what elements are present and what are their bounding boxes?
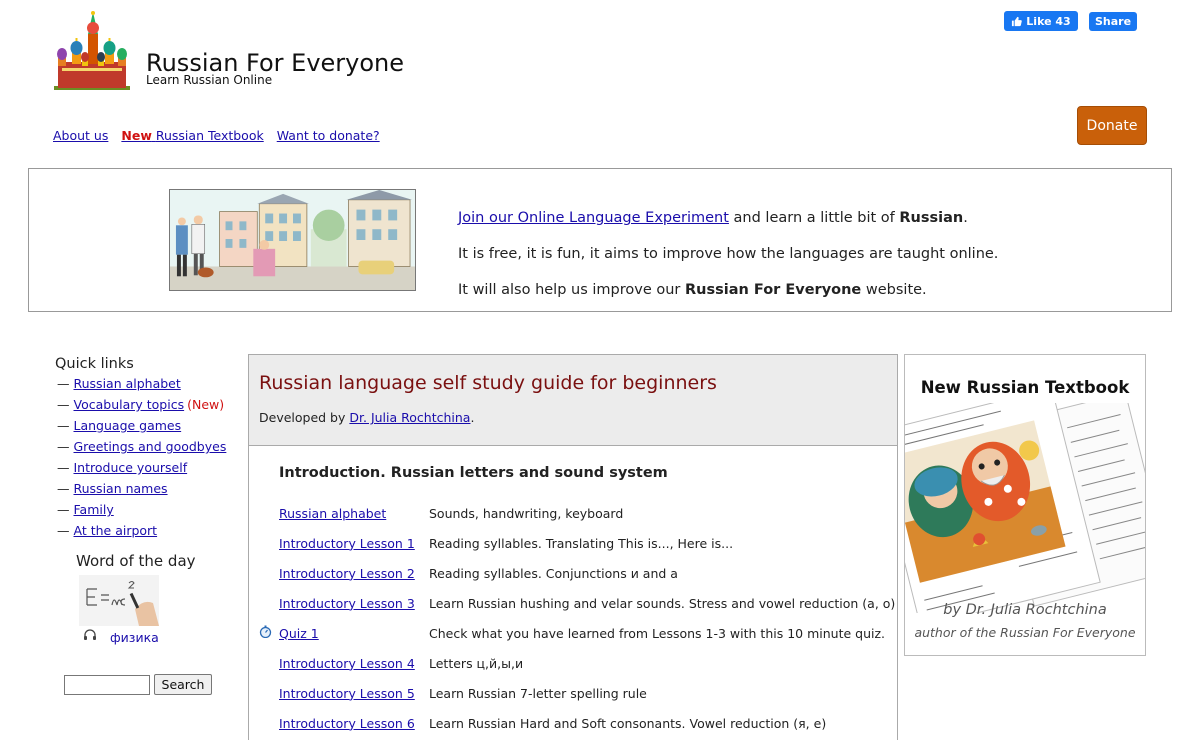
banner-line-3: It will also help us improve our Russian… [458,272,998,308]
nav-textbook-label: Russian Textbook [155,128,264,143]
quick-link-greetings[interactable]: Greetings and goodbyes [74,439,227,454]
lesson-link-intro-6[interactable]: Introductory Lesson 6 [279,716,415,731]
lesson-description: Check what you have learned from Lessons… [429,625,885,641]
nav-about-link[interactable]: About us [53,128,108,143]
new-tag: (New) [187,397,225,412]
textbook-promo[interactable]: New Russian Textbook by Dr. Julia Rochtc… [904,354,1146,656]
banner-text: Join our Online Language Experiment and … [458,200,998,308]
quick-link-item: — Family [57,502,114,517]
lesson-description: Learn Russian hushing and velar sounds. … [429,595,896,611]
study-guide-panel: Russian language self study guide for be… [248,354,898,740]
nav-donate-link[interactable]: Want to donate? [277,128,380,143]
textbook-pages-image[interactable] [905,403,1146,613]
quick-link-at-the-airport[interactable]: At the airport [74,523,158,538]
lesson-link-intro-2[interactable]: Introductory Lesson 2 [279,566,415,581]
lesson-description: Reading syllables. Conjunctions и and а [429,565,678,581]
experiment-link[interactable]: Join our Online Language Experiment [458,210,729,226]
banner-line-1-bold: Russian [899,210,964,226]
quick-link-russian-alphabet[interactable]: Russian alphabet [74,376,181,391]
lesson-description: Letters ц,й,ы,и [429,655,524,671]
lesson-link-quiz-1[interactable]: Quiz 1 [279,626,319,641]
quick-link-vocabulary-topics[interactable]: Vocabulary topics [74,397,185,412]
stopwatch-icon [259,625,272,639]
quick-links-list: — Russian alphabet — Vocabulary topics (New… [57,373,226,541]
quick-link-item: — Greetings and goodbyes [57,439,227,454]
lesson-link-intro-5[interactable]: Introductory Lesson 5 [279,686,415,701]
quick-link-item: — Vocabulary topics (New) [57,397,225,412]
lesson-row: Introductory Lesson 3 Learn Russian hush… [259,588,895,618]
lesson-row: Russian alphabet Sounds, handwriting, ke… [259,498,895,528]
page-title: Russian language self study guide for be… [259,372,717,394]
section-title: Introduction. Russian letters and sound … [279,465,668,481]
facebook-share-button[interactable]: Share [1089,12,1137,31]
lesson-description: Reading syllables. Translating This is..… [429,535,734,551]
experiment-banner: Join our Online Language Experiment and … [28,168,1172,312]
lesson-link-intro-4[interactable]: Introductory Lesson 4 [279,656,415,671]
lesson-description: Sounds, handwriting, keyboard [429,505,624,521]
banner-line-3-start: It will also help us improve our [458,282,685,298]
quick-links-title: Quick links [55,356,134,372]
textbook-author: by Dr. Julia Rochtchina [943,602,1107,618]
banner-line-3-bold: Russian For Everyone [685,282,862,298]
banner-line-1-end: . [963,210,968,226]
search-button[interactable]: Search [154,674,212,695]
author-link[interactable]: Dr. Julia Rochtchina [349,410,470,425]
lesson-link-intro-1[interactable]: Introductory Lesson 1 [279,536,415,551]
nav-new-label: New [121,128,152,143]
facebook-like-label: Like 43 [1026,14,1071,28]
lesson-table: Russian alphabet Sounds, handwriting, ke… [259,498,895,738]
lesson-description: Learn Russian 7-letter spelling rule [429,685,647,701]
textbook-title: New Russian Textbook [920,378,1130,397]
lesson-link-intro-3[interactable]: Introductory Lesson 3 [279,596,415,611]
lesson-description: Learn Russian Hard and Soft consonants. … [429,715,827,731]
lesson-row: Introductory Lesson 6 Learn Russian Hard… [259,708,895,738]
quick-link-language-games[interactable]: Language games [74,418,182,433]
donate-button[interactable]: Donate [1077,106,1147,145]
lesson-link-russian-alphabet[interactable]: Russian alphabet [279,506,386,521]
street-illustration-image[interactable] [169,189,416,291]
quick-link-item: — Introduce yourself [57,460,188,475]
word-of-day-title: Word of the day [76,552,196,570]
nav-textbook-link[interactable]: New Russian Textbook [121,128,263,143]
quick-link-family[interactable]: Family [74,502,114,517]
developed-by-label: Developed by [259,410,350,425]
lesson-row: Introductory Lesson 1 Reading syllables.… [259,528,895,558]
quick-link-item: — At the airport [57,523,158,538]
lesson-row: Introductory Lesson 4 Letters ц,й,ы,и [259,648,895,678]
lesson-row: Quiz 1 Check what you have learned from … [259,618,895,648]
developed-by-period: . [470,410,475,425]
site-subtitle: Learn Russian Online [146,73,273,87]
word-of-day-image[interactable] [79,575,159,626]
study-guide-header: Russian language self study guide for be… [249,355,897,446]
banner-line-3-end: website. [861,282,927,298]
developed-by: Developed by Dr. Julia Rochtchina. [259,410,474,425]
thumbs-up-icon [1012,16,1023,26]
facebook-like-button[interactable]: Like 43 [1004,11,1078,31]
banner-line-1-mid: and learn a little bit of [728,210,900,226]
banner-line-2: It is free, it is fun, it aims to improv… [458,246,999,262]
textbook-author-subtitle: author of the Russian For Everyone [914,625,1136,640]
quick-link-introduce-yourself[interactable]: Introduce yourself [74,460,188,475]
word-of-day-link[interactable]: физика [110,630,159,645]
quick-link-item: — Russian names [57,481,168,496]
lesson-row: Introductory Lesson 2 Reading syllables.… [259,558,895,588]
headphones-icon[interactable] [83,629,97,641]
banner-line-1: Join our Online Language Experiment and … [458,200,998,236]
top-nav: About us New Russian Textbook Want to do… [53,128,380,143]
quick-link-item: — Language games [57,418,182,433]
quick-link-item: — Russian alphabet [57,376,181,391]
lesson-row: Introductory Lesson 5 Learn Russian 7-le… [259,678,895,708]
kremlin-logo-icon[interactable] [52,10,132,92]
quick-link-russian-names[interactable]: Russian names [74,481,168,496]
search-input[interactable] [64,675,150,695]
